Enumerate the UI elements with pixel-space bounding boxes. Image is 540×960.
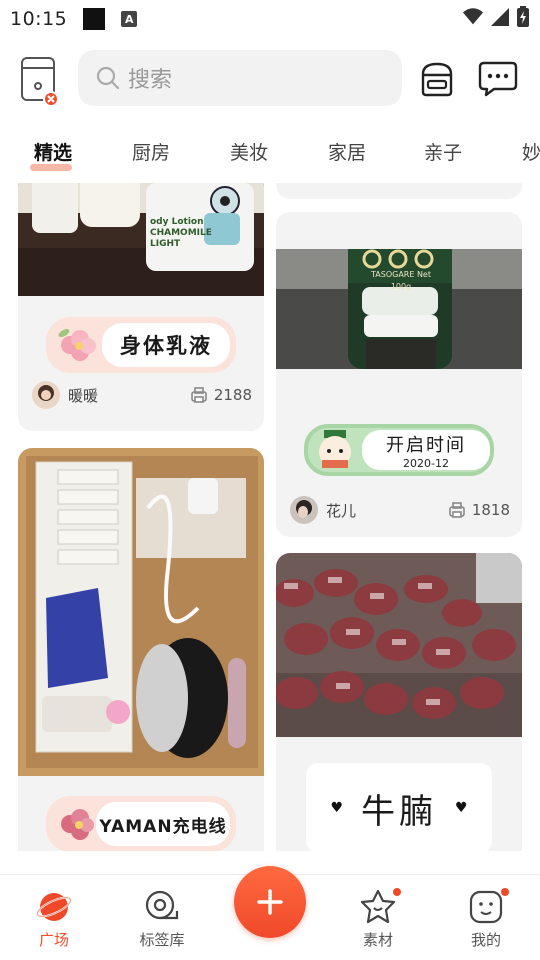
printer-disconnected-icon xyxy=(21,57,59,107)
tab-jingxuan[interactable]: 精选 xyxy=(34,138,72,165)
label-sticker-text: 开启时间 xyxy=(386,434,466,456)
label-sticker: ♥ 牛腩 ♥ xyxy=(306,763,492,851)
nav-item-guangchang[interactable]: 广场 xyxy=(14,889,94,950)
post-card[interactable]: ody Lotion CHAMOMILE LIGHT 身体乳液 暖暖 2188 xyxy=(18,183,264,431)
nav-item-wode[interactable]: 我的 xyxy=(446,887,526,950)
flower-icon xyxy=(61,809,94,840)
label-sticker-text-box: 身体乳液 xyxy=(102,323,230,367)
label-printer-button[interactable] xyxy=(20,56,60,107)
post-photo: ody Lotion CHAMOMILE LIGHT xyxy=(18,183,264,296)
bread-box-icon xyxy=(421,62,453,97)
notification-square-icon xyxy=(83,8,106,30)
print-count: 1818 xyxy=(448,501,510,519)
search-icon xyxy=(96,66,120,90)
status-icons xyxy=(462,6,530,28)
label-sticker-text: YAMAN充电线 xyxy=(99,816,227,837)
post-card[interactable] xyxy=(276,183,522,199)
nav-item-biaoqianku[interactable]: 标签库 xyxy=(122,889,202,950)
planet-icon xyxy=(36,893,72,921)
status-time: 10:15 xyxy=(10,8,68,30)
post-photo-text: ody Lotion CHAMOMILE LIGHT xyxy=(150,217,212,249)
star-face-icon xyxy=(360,889,396,924)
label-sticker-text-box: 开启时间 2020-12 xyxy=(362,430,490,470)
printer-icon xyxy=(449,502,465,518)
post-author[interactable]: 花儿 xyxy=(290,496,356,524)
notification-app-icon: A xyxy=(121,11,138,27)
tab-meizhuang[interactable]: 美妆 xyxy=(230,138,268,165)
print-count: 2188 xyxy=(190,386,252,404)
status-bar: 10:15 A xyxy=(0,0,540,38)
tab-miao[interactable]: 妙 xyxy=(522,138,540,165)
tab-chufang[interactable]: 厨房 xyxy=(132,138,170,165)
notification-badge xyxy=(500,887,510,897)
label-sticker-text: 身体乳液 xyxy=(120,334,212,358)
author-name: 暖暖 xyxy=(68,386,99,405)
feed: ody Lotion CHAMOMILE LIGHT 身体乳液 暖暖 2188 xyxy=(0,183,540,851)
heart-icon: ♥ xyxy=(330,800,343,816)
nav-label: 广场 xyxy=(38,931,69,949)
avatar xyxy=(290,496,318,524)
tape-roll-icon xyxy=(145,890,179,920)
plus-icon xyxy=(257,889,283,915)
battery-icon xyxy=(517,6,529,27)
smile-face-icon xyxy=(469,890,503,924)
category-tabs: 精选 厨房 美妆 家居 亲子 妙 xyxy=(0,128,540,174)
post-photo xyxy=(18,448,264,776)
nav-label: 我的 xyxy=(470,931,501,949)
nav-item-sucai[interactable]: 素材 xyxy=(338,887,418,950)
post-card[interactable]: TASOGARE Net 100g 开启时间 2020-12 花儿 1818 xyxy=(276,212,522,537)
post-card[interactable]: ♥ 牛腩 ♥ xyxy=(276,553,522,851)
print-count-value: 1818 xyxy=(471,501,510,519)
search-placeholder: 搜索 xyxy=(128,68,173,93)
post-photo xyxy=(276,553,522,737)
label-sticker-text-box: YAMAN充电线 xyxy=(96,802,230,846)
cell-signal-icon xyxy=(491,8,509,26)
post-card[interactable]: YAMAN充电线 xyxy=(18,448,264,851)
wifi-icon xyxy=(462,8,484,25)
messages-button[interactable] xyxy=(478,60,518,98)
tab-jiaju[interactable]: 家居 xyxy=(328,138,366,165)
author-name: 花儿 xyxy=(326,501,357,520)
tab-qinzi[interactable]: 亲子 xyxy=(424,138,462,165)
active-tab-indicator xyxy=(30,164,72,171)
header: 搜索 xyxy=(0,48,540,110)
label-sticker-text: 牛腩 xyxy=(361,791,437,832)
label-sticker: YAMAN充电线 xyxy=(46,796,236,851)
chat-bubble-icon xyxy=(478,61,518,97)
notification-badge xyxy=(392,887,402,897)
search-input[interactable]: 搜索 xyxy=(78,50,402,106)
flower-icon xyxy=(58,329,96,361)
label-sticker-date: 2020-12 xyxy=(403,456,449,470)
post-photo: TASOGARE Net 100g xyxy=(276,249,522,369)
post-author[interactable]: 暖暖 xyxy=(32,381,98,409)
avatar xyxy=(32,381,60,409)
nav-label: 标签库 xyxy=(139,931,185,949)
heart-icon: ♥ xyxy=(455,800,468,816)
cat-icon xyxy=(319,430,351,468)
post-photo-text: TASOGARE Net 100g xyxy=(371,270,431,291)
create-button[interactable] xyxy=(234,866,306,938)
template-button[interactable] xyxy=(418,60,456,98)
label-sticker: 身体乳液 xyxy=(46,317,236,373)
print-count-value: 2188 xyxy=(213,386,252,404)
printer-icon xyxy=(191,387,207,403)
label-sticker: 开启时间 2020-12 xyxy=(304,424,494,476)
nav-label: 素材 xyxy=(362,931,393,949)
